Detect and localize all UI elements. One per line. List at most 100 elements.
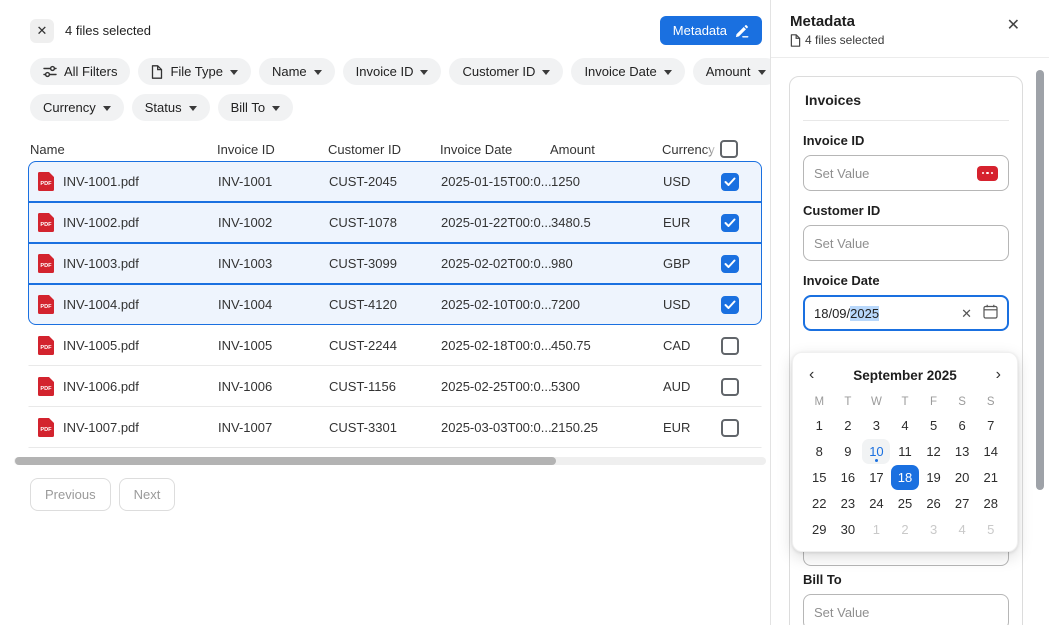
calendar-weekday-label: T bbox=[844, 392, 851, 412]
row-checkbox[interactable] bbox=[721, 378, 739, 396]
calendar-day-5[interactable]: 5 bbox=[920, 413, 948, 438]
filter-chip-all-filters[interactable]: All Filters bbox=[30, 58, 130, 85]
filter-chip-invoice-id[interactable]: Invoice ID bbox=[343, 58, 442, 85]
calendar-day-9[interactable]: 9 bbox=[834, 439, 862, 464]
clear-date-icon[interactable]: ✕ bbox=[961, 307, 972, 320]
filter-chip-label: Status bbox=[145, 100, 182, 115]
filter-chip-amount[interactable]: Amount bbox=[693, 58, 779, 85]
panel-close-button[interactable]: ✕ bbox=[1005, 13, 1022, 37]
table-row[interactable]: PDF INV-1007.pdf INV-1007 CUST-3301 2025… bbox=[28, 407, 762, 448]
cell-invoice-id: INV-1006 bbox=[218, 379, 329, 394]
multiple-values-badge-icon[interactable] bbox=[977, 166, 998, 181]
row-checkbox[interactable] bbox=[721, 255, 739, 273]
column-header-name[interactable]: Name bbox=[30, 142, 217, 157]
filter-chip-invoice-date[interactable]: Invoice Date bbox=[571, 58, 684, 85]
horizontal-scrollbar-thumb[interactable] bbox=[15, 457, 556, 465]
cell-invoice-id: INV-1001 bbox=[218, 174, 329, 189]
calendar-day-19[interactable]: 19 bbox=[920, 465, 948, 490]
invoice-date-input[interactable]: 18/09/2025 ✕ bbox=[803, 295, 1009, 331]
table-row[interactable]: PDF INV-1002.pdf INV-1002 CUST-1078 2025… bbox=[28, 202, 762, 243]
calendar-day-30[interactable]: 30 bbox=[834, 517, 862, 542]
table-row[interactable]: PDF INV-1005.pdf INV-1005 CUST-2244 2025… bbox=[28, 325, 762, 366]
calendar-day-2-next-month[interactable]: 2 bbox=[891, 517, 919, 542]
filter-chip-currency[interactable]: Currency bbox=[30, 94, 124, 121]
chevron-down-icon bbox=[314, 70, 322, 75]
calendar-day-13[interactable]: 13 bbox=[948, 439, 976, 464]
calendar-day-17[interactable]: 17 bbox=[862, 465, 890, 490]
invoice-id-input[interactable]: Set Value bbox=[803, 155, 1009, 191]
invoice-date-field: 18/09/2025 ✕ bbox=[803, 295, 1009, 331]
column-header-customer-id[interactable]: Customer ID bbox=[328, 142, 440, 157]
calendar-day-26[interactable]: 26 bbox=[920, 491, 948, 516]
calendar-day-5-next-month[interactable]: 5 bbox=[977, 517, 1005, 542]
column-header-invoice-date[interactable]: Invoice Date bbox=[440, 142, 550, 157]
calendar-day-6[interactable]: 6 bbox=[948, 413, 976, 438]
bill-to-input[interactable]: Set Value bbox=[803, 594, 1009, 625]
select-all-checkbox[interactable] bbox=[720, 140, 738, 158]
calendar-day-1-next-month[interactable]: 1 bbox=[862, 517, 890, 542]
table-row[interactable]: PDF INV-1006.pdf INV-1006 CUST-1156 2025… bbox=[28, 366, 762, 407]
previous-page-button[interactable]: Previous bbox=[30, 478, 111, 511]
calendar-day-3-next-month[interactable]: 3 bbox=[920, 517, 948, 542]
pdf-icon-label: PDF bbox=[40, 263, 52, 269]
calendar-day-25[interactable]: 25 bbox=[891, 491, 919, 516]
calendar-day-11[interactable]: 11 bbox=[891, 439, 919, 464]
calendar-day-14[interactable]: 14 bbox=[977, 439, 1005, 464]
chevron-down-icon bbox=[189, 106, 197, 111]
panel-subtitle: 4 files selected bbox=[790, 33, 1029, 47]
calendar-day-18[interactable]: 18 bbox=[891, 465, 919, 490]
calendar-day-4-next-month[interactable]: 4 bbox=[948, 517, 976, 542]
row-checkbox[interactable] bbox=[721, 173, 739, 191]
filter-chip-name[interactable]: Name bbox=[259, 58, 335, 85]
row-checkbox[interactable] bbox=[721, 214, 739, 232]
calendar-day-29[interactable]: 29 bbox=[805, 517, 833, 542]
table-row[interactable]: PDF INV-1001.pdf INV-1001 CUST-2045 2025… bbox=[28, 161, 762, 202]
pdf-icon-label: PDF bbox=[40, 427, 52, 433]
panel-vertical-scrollbar-thumb[interactable] bbox=[1036, 70, 1044, 490]
calendar-day-4[interactable]: 4 bbox=[891, 413, 919, 438]
metadata-button[interactable]: Metadata bbox=[660, 16, 762, 45]
filter-chip-file-type[interactable]: File Type bbox=[138, 58, 251, 85]
calendar-day-7[interactable]: 7 bbox=[977, 413, 1005, 438]
calendar-day-24[interactable]: 24 bbox=[862, 491, 890, 516]
filter-chip-status[interactable]: Status bbox=[132, 94, 210, 121]
calendar-day-28[interactable]: 28 bbox=[977, 491, 1005, 516]
filter-chip-customer-id[interactable]: Customer ID bbox=[449, 58, 563, 85]
calendar-day-16[interactable]: 16 bbox=[834, 465, 862, 490]
column-header-currency[interactable]: Currency bbox=[662, 142, 718, 157]
calendar-day-8[interactable]: 8 bbox=[805, 439, 833, 464]
calendar-day-23[interactable]: 23 bbox=[834, 491, 862, 516]
calendar-day-22[interactable]: 22 bbox=[805, 491, 833, 516]
previous-month-button[interactable]: ‹ bbox=[805, 367, 818, 383]
calendar-day-1[interactable]: 1 bbox=[805, 413, 833, 438]
bill-to-placeholder: Set Value bbox=[814, 605, 869, 620]
calendar-weekday-label: T bbox=[901, 392, 908, 412]
calendar-day-20[interactable]: 20 bbox=[948, 465, 976, 490]
cell-customer-id: CUST-4120 bbox=[329, 297, 441, 312]
column-header-amount[interactable]: Amount bbox=[550, 142, 662, 157]
column-header-invoice-id[interactable]: Invoice ID bbox=[217, 142, 328, 157]
calendar-icon[interactable] bbox=[983, 304, 998, 322]
calendar-day-27[interactable]: 27 bbox=[948, 491, 976, 516]
row-checkbox[interactable] bbox=[721, 419, 739, 437]
calendar-day-15[interactable]: 15 bbox=[805, 465, 833, 490]
pagination: Previous Next bbox=[0, 465, 770, 511]
chevron-down-icon bbox=[420, 70, 428, 75]
chevron-down-icon bbox=[103, 106, 111, 111]
table-header: Name Invoice ID Customer ID Invoice Date… bbox=[0, 137, 770, 161]
calendar-day-3[interactable]: 3 bbox=[862, 413, 890, 438]
row-checkbox[interactable] bbox=[721, 296, 739, 314]
next-month-button[interactable]: › bbox=[992, 367, 1005, 383]
customer-id-input[interactable]: Set Value bbox=[803, 225, 1009, 261]
next-page-button[interactable]: Next bbox=[119, 478, 176, 511]
table-row[interactable]: PDF INV-1003.pdf INV-1003 CUST-3099 2025… bbox=[28, 243, 762, 284]
row-checkbox[interactable] bbox=[721, 337, 739, 355]
calendar-day-2[interactable]: 2 bbox=[834, 413, 862, 438]
calendar-day-21[interactable]: 21 bbox=[977, 465, 1005, 490]
clear-selection-button[interactable]: ✕ bbox=[30, 19, 54, 43]
close-icon: ✕ bbox=[1007, 17, 1020, 34]
filter-chip-bill-to[interactable]: Bill To bbox=[218, 94, 293, 121]
table-row[interactable]: PDF INV-1004.pdf INV-1004 CUST-4120 2025… bbox=[28, 284, 762, 325]
calendar-day-10[interactable]: 10 bbox=[862, 439, 890, 464]
calendar-day-12[interactable]: 12 bbox=[920, 439, 948, 464]
